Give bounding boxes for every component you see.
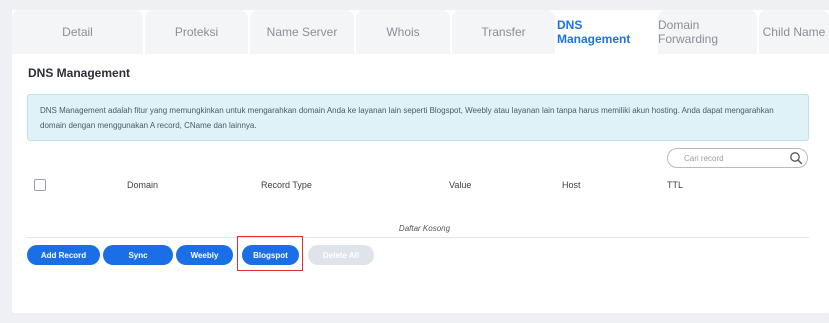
table-divider xyxy=(27,237,809,238)
tab-name-server[interactable]: Name Server xyxy=(250,10,354,54)
tab-dns-management[interactable]: DNS Management xyxy=(557,10,656,54)
search-box[interactable] xyxy=(667,148,808,168)
column-header-value: Value xyxy=(449,180,472,190)
weebly-button[interactable]: Weebly xyxy=(176,245,233,265)
dns-management-card: Detail Proteksi Name Server Whois Transf… xyxy=(12,10,829,313)
add-record-button[interactable]: Add Record xyxy=(27,245,100,265)
tab-transfer[interactable]: Transfer xyxy=(452,10,555,54)
tab-child-name[interactable]: Child Name xyxy=(759,10,829,54)
sync-button[interactable]: Sync xyxy=(103,245,173,265)
tab-detail[interactable]: Detail xyxy=(12,10,143,54)
tab-domain-forwarding[interactable]: Domain Forwarding xyxy=(658,10,757,54)
blogspot-highlight-box xyxy=(237,236,303,271)
section-title: DNS Management xyxy=(28,66,131,80)
search-icon[interactable] xyxy=(789,151,803,165)
column-header-ttl: TTL xyxy=(667,180,684,190)
column-header-record-type: Record Type xyxy=(261,180,312,190)
column-header-domain: Domain xyxy=(127,180,159,190)
select-all-checkbox[interactable] xyxy=(34,179,46,191)
search-input[interactable] xyxy=(682,152,794,164)
empty-table-message: Daftar Kosong xyxy=(398,224,451,233)
delete-all-button: Delete All xyxy=(308,245,374,265)
tab-proteksi[interactable]: Proteksi xyxy=(145,10,248,54)
column-header-host: Host xyxy=(562,180,581,190)
info-alert: DNS Management adalah fitur yang memungk… xyxy=(27,94,809,141)
tab-whois[interactable]: Whois xyxy=(356,10,450,54)
tab-bar: Detail Proteksi Name Server Whois Transf… xyxy=(12,10,829,56)
